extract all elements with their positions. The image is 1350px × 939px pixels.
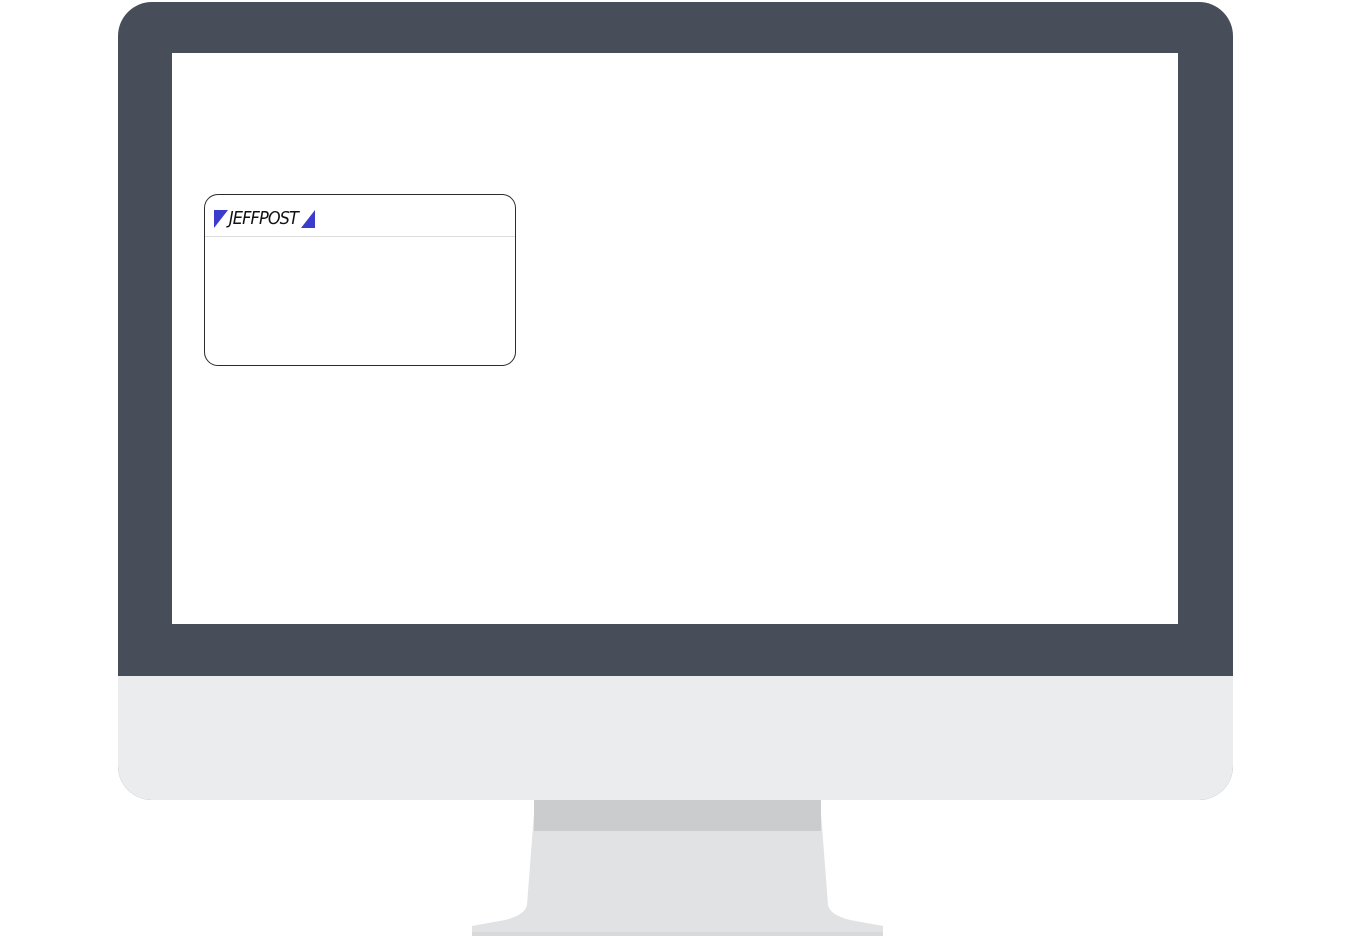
monitor: [118, 2, 1233, 800]
logo-right-triangle-icon: [300, 210, 315, 228]
logo-text: JEFFPOST: [228, 208, 299, 229]
window-body: [205, 237, 515, 365]
desktop-stage: JEFFPOST: [0, 0, 1350, 939]
window-header: JEFFPOST: [205, 195, 515, 237]
jeffpost-logo[interactable]: JEFFPOST: [214, 209, 315, 229]
logo-left-triangle-icon: [214, 210, 228, 228]
monitor-chin: [118, 676, 1233, 800]
site-preview-window[interactable]: JEFFPOST: [204, 194, 516, 366]
